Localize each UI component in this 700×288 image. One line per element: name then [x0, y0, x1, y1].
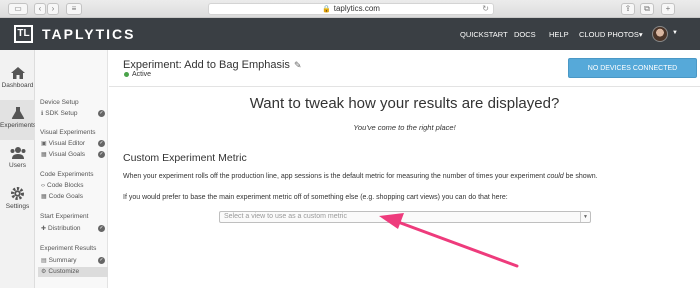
headline: Want to tweak how your results are displ… [249, 95, 560, 112]
subnav-label: Code Blocks [47, 182, 84, 189]
section-title: Custom Experiment Metric [123, 152, 247, 164]
sidebar-toggle-icon[interactable]: ▭ [8, 3, 28, 15]
status-dot-icon [124, 71, 129, 77]
reader-icon[interactable]: ≡ [66, 3, 82, 15]
goals-icon: ▦ [41, 152, 47, 158]
subnav-visual-goals[interactable]: ▦ Visual Goals ✓ [38, 150, 108, 160]
editor-icon: ▣ [41, 141, 47, 147]
status-badge: Active [124, 71, 151, 78]
users-icon [10, 147, 25, 159]
rail-item-settings[interactable]: Settings [0, 180, 35, 220]
chevron-down-icon[interactable]: ▼ [580, 212, 590, 222]
subnav-code-goals[interactable]: ▦ Code Goals [38, 192, 108, 202]
rail-item-dashboard[interactable]: Dashboard [0, 60, 35, 100]
subnav-sdk-setup[interactable]: ℹ SDK Setup ✓ [38, 109, 108, 119]
section-code-experiments: Code Experiments [40, 171, 94, 178]
subnav-customize[interactable]: ⚙ Customize [38, 267, 108, 277]
subnav-label: Visual Editor [48, 140, 86, 147]
chart-icon: ▤ [41, 258, 47, 264]
cogs-icon: ⚙ [41, 269, 47, 275]
section-start-experiment: Start Experiment [40, 213, 89, 220]
browser-toolbar: ▭ ‹ › ≡ 🔒 taplytics.com ↻ ⇪ ⧉ + [0, 0, 700, 18]
check-icon: ✓ [98, 110, 105, 117]
select-placeholder: Select a view to use as a custom metric [224, 213, 347, 220]
forward-icon[interactable]: › [47, 3, 59, 15]
address-bar[interactable]: 🔒 taplytics.com ↻ [208, 3, 494, 15]
subnav-distribution[interactable]: ✚ Distribution ✓ [38, 224, 108, 234]
subheadline: You've come to the right place! [353, 123, 456, 132]
subnav-label: Visual Goals [48, 151, 86, 158]
check-icon: ✓ [98, 140, 105, 147]
description-emphasis: could [546, 173, 564, 180]
rail-label-settings: Settings [5, 203, 30, 210]
rail-label-experiments: Experiments [0, 122, 37, 129]
distribution-icon: ✚ [41, 226, 47, 232]
icon-rail: Dashboard Experiments Users Settings [0, 50, 37, 288]
logo-mark[interactable]: TL [14, 25, 33, 43]
url-text: taplytics.com [333, 4, 380, 13]
nav-quickstart[interactable]: QUICKSTART [460, 30, 508, 39]
divider [109, 86, 700, 87]
new-tab-icon[interactable]: + [661, 3, 675, 15]
home-icon [10, 67, 25, 79]
rail-item-users[interactable]: Users [0, 140, 35, 180]
pencil-icon[interactable]: ✎ [294, 60, 302, 70]
rail-label-dashboard: Dashboard [1, 82, 34, 89]
no-devices-button[interactable]: NO DEVICES CONNECTED [568, 58, 697, 78]
check-icon: ✓ [98, 151, 105, 158]
subnav-summary[interactable]: ▤ Summary ✓ [38, 256, 108, 266]
section-device-setup: Device Setup [40, 99, 79, 106]
subnav-label: Summary [48, 257, 77, 264]
check-icon: ✓ [98, 225, 105, 232]
subnav-label: Customize [48, 268, 80, 275]
subnav-label: Code Goals [48, 193, 83, 200]
nav-project-dropdown[interactable]: CLOUD PHOTOS▾ [579, 30, 643, 39]
experiment-title: Experiment: Add to Bag Emphasis [123, 59, 290, 71]
custom-metric-select[interactable]: Select a view to use as a custom metric … [219, 211, 591, 223]
app-header: TL TAPLYTICS QUICKSTART DOCS HELP CLOUD … [0, 18, 700, 50]
nav-docs[interactable]: DOCS [514, 30, 536, 39]
share-icon[interactable]: ⇪ [621, 3, 635, 15]
avatar[interactable] [652, 26, 668, 42]
logo-text[interactable]: TAPLYTICS [42, 26, 135, 42]
rail-label-users: Users [9, 162, 26, 169]
check-icon: ✓ [98, 257, 105, 264]
metric-description: When your experiment rolls off the produ… [123, 173, 693, 180]
back-icon[interactable]: ‹ [34, 3, 46, 15]
reload-icon[interactable]: ↻ [482, 4, 489, 14]
info-icon: ℹ [41, 111, 44, 117]
status-text: Active [132, 71, 152, 78]
flask-icon [11, 107, 24, 119]
description-text: When your experiment rolls off the produ… [123, 173, 547, 180]
lock-icon: 🔒 [322, 6, 331, 13]
rail-item-experiments[interactable]: Experiments [0, 100, 37, 140]
code-icon: ‹› [41, 183, 45, 189]
chevron-down-icon[interactable]: ▼ [672, 30, 678, 36]
gear-icon [11, 187, 24, 200]
tabs-icon[interactable]: ⧉ [640, 3, 654, 15]
description-text: be shown. [563, 173, 598, 180]
page-title: Experiment: Add to Bag Emphasis ✎ [123, 59, 301, 71]
subnav-visual-editor[interactable]: ▣ Visual Editor ✓ [38, 139, 108, 149]
subnav-code-blocks[interactable]: ‹› Code Blocks [38, 181, 108, 191]
section-experiment-results: Experiment Results [40, 245, 97, 252]
main-content: Experiment: Add to Bag Emphasis ✎ Active … [109, 50, 700, 288]
section-visual-experiments: Visual Experiments [40, 129, 96, 136]
subnav-label: SDK Setup [45, 110, 78, 117]
metric-instructions: If you would prefer to base the main exp… [123, 194, 508, 201]
experiment-subnav: Device Setup ℹ SDK Setup ✓ Visual Experim… [35, 50, 108, 288]
goals-icon: ▦ [41, 194, 47, 200]
nav-help[interactable]: HELP [549, 30, 569, 39]
subnav-label: Distribution [48, 225, 81, 232]
